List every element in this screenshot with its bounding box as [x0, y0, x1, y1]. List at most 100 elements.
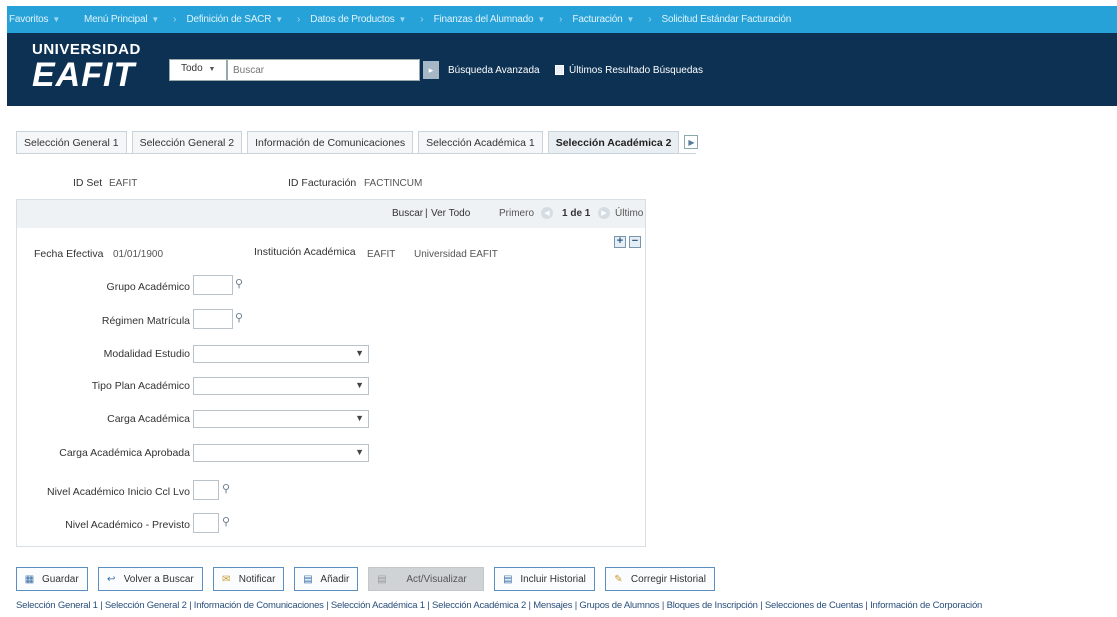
carga-academica-label: Carga Académica: [107, 413, 190, 425]
nav-facturacion-label: Facturación: [572, 14, 623, 25]
lookup-icon[interactable]: ⚲: [222, 484, 234, 496]
link-separator: |: [425, 208, 428, 219]
breadcrumb-separator-icon: ›: [296, 14, 301, 25]
effective-date-value: 01/01/1900: [113, 249, 164, 260]
nav-datos-productos-label: Datos de Productos: [310, 14, 395, 25]
university-logo[interactable]: UNIVERSIDAD EAFIT: [32, 41, 141, 92]
add-button[interactable]: ▤ Añadir: [294, 567, 359, 591]
breadcrumb-separator-icon: ›: [173, 14, 177, 25]
tab-seleccion-general-2[interactable]: Selección General 2: [131, 131, 243, 154]
header-band: UNIVERSIDAD EAFIT Todo ▼ ▸ Búsqueda Avan…: [7, 33, 1117, 106]
chevron-down-icon: ▼: [398, 15, 407, 24]
institution-name: Universidad EAFIT: [414, 249, 498, 260]
tabs-divider: [16, 153, 696, 154]
search-link[interactable]: Buscar: [392, 208, 423, 219]
chevron-down-icon: ▼: [355, 447, 364, 457]
grupo-academico-input[interactable]: [193, 275, 233, 295]
breadcrumb-separator-icon: ›: [648, 14, 652, 25]
action-toolbar: ▦ Guardar ↩ Volver a Buscar ✉ Notificar ▤ Añ…: [16, 567, 725, 591]
return-icon: ↩: [106, 573, 116, 585]
update-display-button[interactable]: ▤ Act/Visualizar: [368, 567, 485, 591]
nav-solicitud-estandar-label: Solicitud Estándar Facturación: [661, 14, 792, 25]
nav-facturacion[interactable]: Facturación ▼: [572, 14, 646, 25]
tipo-plan-academico-label: Tipo Plan Académico: [91, 380, 190, 392]
billing-id-value: FACTINCUM: [364, 178, 423, 189]
notify-button[interactable]: ✉ Notificar: [212, 567, 285, 591]
effective-dated-panel: Buscar | Ver Todo Primero ◀ 1 de 1 ▶ Últ…: [16, 199, 646, 547]
last-results-link[interactable]: Últimos Resultado Búsquedas: [569, 65, 703, 76]
history-icon: ▤: [503, 573, 513, 585]
nivel-previsto-input[interactable]: [193, 513, 219, 533]
update-icon: ▤: [377, 573, 387, 585]
add-row-icon[interactable]: +: [614, 236, 626, 248]
id-set-value: EAFIT: [109, 178, 138, 189]
chevron-down-icon: ▼: [355, 348, 364, 358]
lookup-icon[interactable]: ⚲: [222, 517, 234, 529]
chevron-down-icon: ▼: [208, 66, 216, 73]
next-tab-icon[interactable]: ▶: [684, 135, 699, 149]
search-go-button[interactable]: ▸: [423, 61, 439, 79]
search-input[interactable]: [227, 59, 420, 81]
nav-favoritos[interactable]: Favoritos ▼: [7, 14, 72, 25]
nav-datos-productos[interactable]: Datos de Productos ▼: [310, 14, 418, 25]
institution-label: Institución Académica: [254, 246, 356, 258]
nav-finanzas-alumnado[interactable]: Finanzas del Alumnado ▼: [434, 14, 557, 25]
correct-history-button[interactable]: ✎ Corregir Historial: [604, 567, 715, 591]
tab-seleccion-academica-2[interactable]: Selección Académica 2: [547, 131, 680, 154]
tab-seleccion-general-1[interactable]: Selección General 1: [16, 131, 127, 154]
document-icon: [555, 65, 564, 75]
carga-academica-select[interactable]: ▼: [193, 410, 369, 428]
lookup-icon[interactable]: ⚲: [235, 313, 247, 325]
tab-informacion-comunicaciones[interactable]: Información de Comunicaciones: [247, 131, 414, 154]
view-all-link[interactable]: Ver Todo: [431, 208, 470, 219]
nivel-previsto-label: Nivel Académico - Previsto: [65, 519, 190, 531]
include-history-button[interactable]: ▤ Incluir Historial: [494, 567, 595, 591]
add-icon: ▤: [303, 573, 313, 585]
mail-icon: ✉: [222, 573, 231, 585]
lookup-icon[interactable]: ⚲: [235, 279, 247, 291]
chevron-down-icon: ▼: [355, 413, 364, 423]
regimen-matricula-label: Régimen Matrícula: [101, 315, 190, 327]
save-button-label: Guardar: [42, 573, 79, 585]
grupo-academico-label: Grupo Académico: [106, 281, 190, 293]
billing-id-label: ID Facturación: [288, 177, 357, 189]
nav-menu-principal-label: Menú Principal: [84, 14, 148, 25]
modalidad-estudio-select[interactable]: ▼: [193, 345, 369, 363]
return-to-search-button[interactable]: ↩ Volver a Buscar: [97, 567, 203, 591]
last-link[interactable]: Último: [615, 208, 643, 219]
nivel-inicio-input[interactable]: [193, 480, 219, 500]
arrow-right-icon: ▸: [428, 64, 434, 75]
save-icon: ▦: [24, 573, 35, 585]
nav-solicitud-estandar[interactable]: Solicitud Estándar Facturación: [662, 14, 804, 25]
nav-menu-principal[interactable]: Menú Principal ▼: [72, 14, 171, 25]
page-tabs: Selección General 1 Selección General 2 …: [16, 130, 699, 154]
previous-icon[interactable]: ◀: [541, 207, 553, 219]
carga-academica-aprobada-select[interactable]: ▼: [193, 444, 369, 462]
row-counter: 1 de 1: [562, 208, 591, 219]
chevron-down-icon: ▼: [355, 380, 364, 390]
advanced-search-link[interactable]: Búsqueda Avanzada: [448, 65, 540, 76]
save-button[interactable]: ▦ Guardar: [16, 567, 88, 591]
tipo-plan-academico-select[interactable]: ▼: [193, 377, 369, 395]
delete-row-icon[interactable]: −: [629, 236, 641, 248]
correct-history-label: Corregir Historial: [630, 573, 706, 585]
nav-definicion-sacr[interactable]: Definición de SACR ▼: [186, 14, 295, 25]
notify-button-label: Notificar: [238, 573, 276, 585]
logo-line-2: EAFIT: [32, 56, 136, 94]
regimen-matricula-input[interactable]: [193, 309, 233, 329]
panel-navigation-bar: Buscar | Ver Todo Primero ◀ 1 de 1 ▶ Últ…: [17, 200, 645, 228]
search-scope-select[interactable]: Todo ▼: [169, 59, 227, 81]
return-to-search-label: Volver a Buscar: [123, 573, 194, 585]
tab-seleccion-academica-1[interactable]: Selección Académica 1: [418, 131, 543, 154]
next-icon[interactable]: ▶: [598, 207, 610, 219]
add-button-label: Añadir: [320, 573, 350, 585]
nav-favoritos-label: Favoritos: [9, 14, 49, 25]
first-link[interactable]: Primero: [499, 208, 534, 219]
footer-page-links[interactable]: Selección General 1 | Selección General …: [16, 600, 982, 611]
chevron-down-icon: ▼: [537, 15, 546, 24]
chevron-down-icon: ▼: [626, 15, 635, 24]
chevron-down-icon: ▼: [275, 15, 283, 24]
id-set-label: ID Set: [73, 177, 103, 189]
modalidad-estudio-label: Modalidad Estudio: [103, 348, 190, 360]
breadcrumb-separator-icon: ›: [559, 14, 563, 25]
